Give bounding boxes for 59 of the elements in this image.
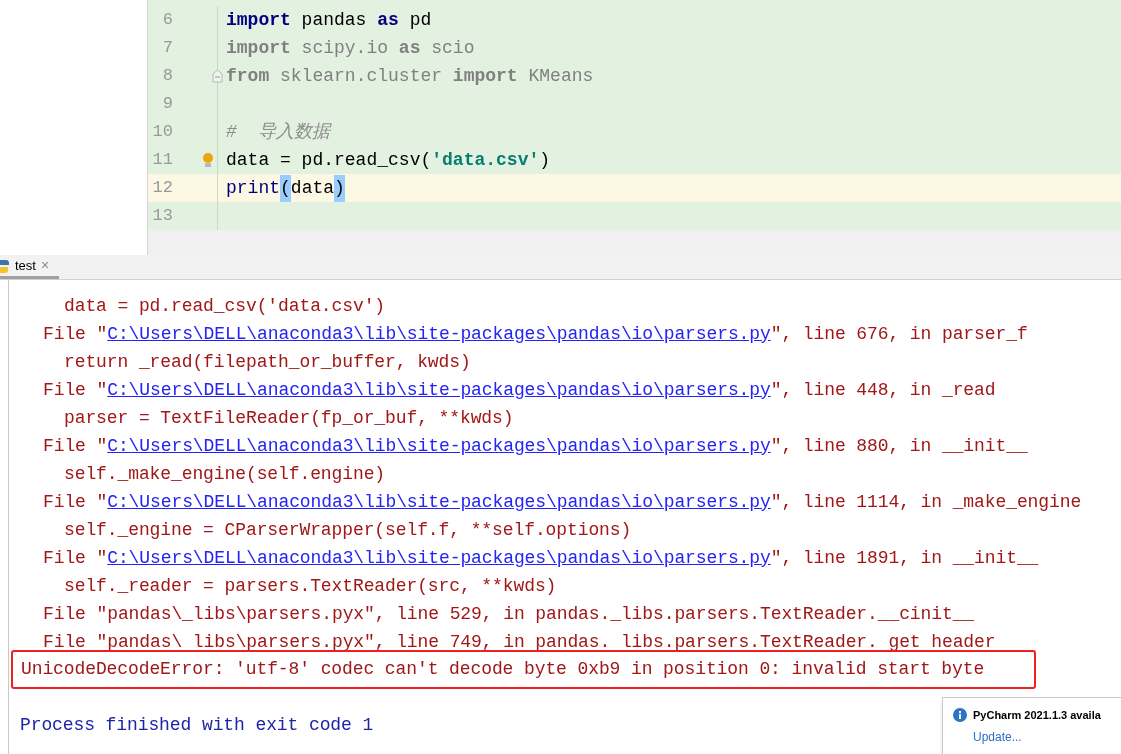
file-link[interactable]: C:\Users\DELL\anaconda3\lib\site-packages\pandas\io\parsers.py (107, 320, 771, 348)
file-link[interactable]: C:\Users\DELL\anaconda3\lib\site-packages\pandas\io\parsers.py (107, 488, 771, 516)
code-text: pd (408, 8, 432, 32)
line-number: 6 (162, 9, 173, 32)
console-text: File " (43, 490, 108, 514)
line-number: 13 (152, 205, 173, 228)
console-text: File "pandas\_libs\parsers.pyx", line 529, in pandas._libs.parsers.TextReader.__cinit__ (43, 602, 975, 626)
console-text: ", line 448, in _read (770, 378, 996, 402)
code-keyword: import (452, 64, 518, 88)
fold-icon[interactable] (212, 69, 223, 83)
lightbulb-icon[interactable] (202, 152, 214, 168)
console-text: ", line 880, in __init__ (770, 434, 1028, 458)
python-icon (0, 257, 10, 274)
run-tab[interactable]: test × (0, 255, 60, 279)
line-number: 8 (162, 65, 173, 88)
notification-title: PyCharm 2021.1.3 availa (973, 708, 1101, 723)
console-text: self._engine = CParserWrapper(self.f, **self.options) (64, 518, 632, 542)
line-number: 11 (152, 149, 173, 172)
console-text: return _read(filepath_or_buffer, kwds) (64, 350, 471, 374)
line-number: 10 (152, 121, 173, 144)
file-link[interactable]: C:\Users\DELL\anaconda3\lib\site-packages\pandas\io\parsers.py (107, 376, 771, 404)
line-number: 9 (162, 93, 173, 116)
file-link[interactable]: C:\Users\DELL\anaconda3\lib\site-packages\pandas\io\parsers.py (107, 432, 771, 460)
info-icon (953, 708, 967, 723)
code-text: scipy.io (300, 36, 390, 60)
code-comment: # 导入数据 (226, 120, 331, 144)
code-text: sklearn.cluster (279, 64, 444, 88)
console-text: parser = TextFileReader(fp_or_buf, **kwds) (64, 406, 514, 430)
code-keyword: as (398, 36, 421, 60)
console-text: File " (43, 546, 108, 570)
line-number: 7 (162, 37, 173, 60)
matched-brace: ) (334, 174, 345, 202)
console-text: data = pd.read_csv('data.csv') (64, 294, 386, 318)
console-text: File " (43, 378, 108, 402)
file-link[interactable]: C:\Users\DELL\anaconda3\lib\site-packages\pandas\io\parsers.py (107, 544, 771, 572)
exit-message: Process finished with exit code 1 (20, 713, 374, 737)
code-text: scio (430, 36, 475, 60)
console-text: File " (43, 322, 108, 346)
code-text: KMeans (527, 64, 594, 88)
update-link[interactable]: Update... (953, 727, 1121, 746)
line-number: 12 (152, 177, 173, 200)
console-text: ", line 1891, in __init__ (770, 546, 1039, 570)
console-text: self._make_engine(self.engine) (64, 462, 386, 486)
code-keyword: import (226, 36, 291, 60)
code-keyword: as (377, 8, 399, 32)
code-keyword: from (226, 64, 270, 88)
console-text: self._reader = parsers.TextReader(src, **kwds) (64, 574, 557, 598)
code-text: data (290, 176, 335, 200)
code-text: data = pd.read_csv( (226, 148, 432, 172)
matched-brace: ( (280, 174, 291, 202)
console-text: File " (43, 434, 108, 458)
error-message: UnicodeDecodeError: 'utf-8' codec can't decode byte 0xb9 in position 0: invalid start byte (11, 650, 1036, 689)
code-text: print (226, 176, 280, 200)
console-text: ", line 1114, in _make_engine (770, 490, 1082, 514)
code-text: ) (539, 148, 551, 172)
console-text: ", line 676, in parser_f (770, 322, 1028, 346)
string-literal: 'data.csv' (431, 148, 540, 172)
code-text: pandas (300, 8, 368, 32)
code-keyword: import (226, 8, 291, 32)
